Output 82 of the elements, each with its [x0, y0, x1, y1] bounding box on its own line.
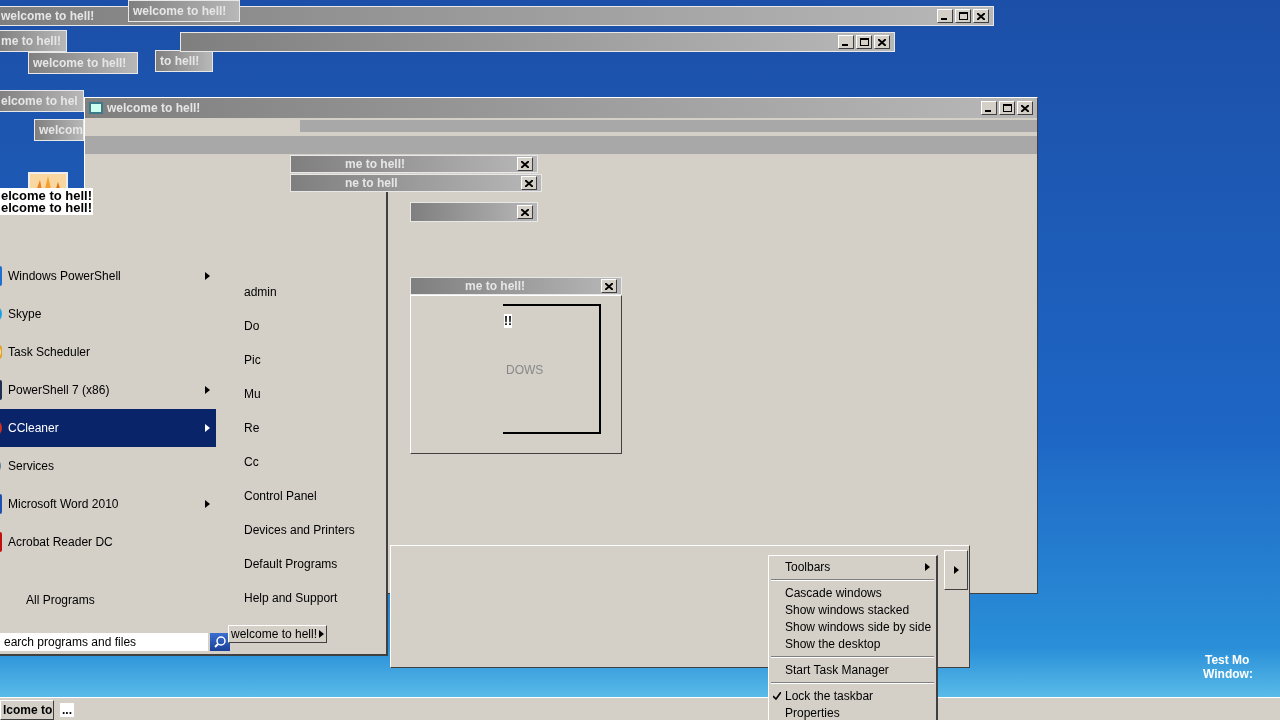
place-item[interactable]: Pic — [244, 343, 386, 377]
close-button[interactable] — [517, 205, 533, 219]
close-icon — [977, 12, 985, 20]
arrow-button[interactable] — [944, 550, 968, 590]
program-item[interactable]: Acrobat Reader DC — [0, 523, 216, 561]
place-item[interactable]: Mu — [244, 377, 386, 411]
minimize-button[interactable] — [937, 9, 953, 23]
window-title: ne to hell — [345, 176, 398, 190]
shutdown-button[interactable]: welcome to hell! — [228, 625, 328, 643]
place-item[interactable]: Help and Support — [244, 581, 386, 615]
search-icon — [214, 636, 226, 648]
place-item[interactable]: Devices and Printers — [244, 513, 386, 547]
menu-item[interactable]: Toolbars — [769, 558, 936, 575]
menu-item[interactable]: Show windows side by side — [769, 618, 936, 635]
maximize-icon — [859, 38, 869, 46]
caret-icon — [319, 630, 325, 638]
search-button[interactable] — [210, 633, 230, 651]
window-title: me to hell! — [345, 157, 405, 171]
program-item[interactable]: Skype — [0, 295, 216, 333]
window-title: welcome to hell! — [1, 9, 95, 23]
caret-icon — [953, 566, 959, 574]
place-item[interactable]: Control Panel — [244, 479, 386, 513]
menu-item[interactable]: Cascade windows — [769, 584, 936, 601]
close-icon — [605, 282, 613, 290]
close-button[interactable] — [517, 157, 533, 171]
window-title: me to hell! — [465, 279, 525, 293]
desktop-text: Test Mo — [1205, 653, 1250, 667]
close-button[interactable] — [1017, 101, 1033, 115]
window-title: welcome to hell! — [107, 101, 201, 115]
place-item[interactable]: Do — [244, 309, 386, 343]
dialog-text: DOWS — [506, 363, 544, 377]
program-item[interactable]: Windows PowerShell — [0, 257, 216, 295]
caret-icon — [205, 272, 210, 280]
dialog-text: !! — [504, 314, 512, 328]
close-button[interactable] — [601, 279, 617, 293]
close-button[interactable] — [973, 9, 989, 23]
caret-icon — [205, 500, 210, 508]
program-item[interactable]: Microsoft Word 2010 — [0, 485, 216, 523]
program-item[interactable]: CCleaner — [0, 409, 216, 447]
taskbar-button[interactable]: lcome to — [0, 699, 54, 720]
close-icon — [878, 38, 886, 46]
taskbar-overflow: ... — [60, 702, 74, 717]
caret-icon — [205, 424, 210, 432]
window-title: welcom — [39, 123, 83, 137]
close-button[interactable] — [521, 176, 537, 190]
place-item[interactable]: Re — [244, 411, 386, 445]
maximize-button[interactable] — [955, 9, 971, 23]
minimize-button[interactable] — [981, 101, 997, 115]
window-title: to hell! — [160, 54, 200, 68]
close-icon — [521, 208, 529, 216]
window-title: welcome to hell! — [133, 4, 227, 18]
minimize-button[interactable] — [838, 35, 854, 49]
window-title: elcome to hel — [1, 94, 78, 108]
all-programs-link[interactable]: All Programs — [0, 593, 230, 607]
caret-icon — [925, 562, 930, 571]
place-item[interactable]: Default Programs — [244, 547, 386, 581]
close-icon — [521, 160, 529, 168]
program-item[interactable]: PowerShell 7 (x86) — [0, 371, 216, 409]
menu-item[interactable]: Show windows stacked — [769, 601, 936, 618]
window-title: me to hell! — [1, 34, 61, 48]
caret-icon — [205, 386, 210, 394]
maximize-icon — [1002, 104, 1012, 112]
program-item[interactable]: Services — [0, 447, 216, 485]
menu-item[interactable]: Show the desktop — [769, 635, 936, 652]
check-icon — [773, 691, 781, 700]
menu-item[interactable]: Properties — [769, 704, 936, 720]
banner-text: elcome to hell! — [0, 200, 94, 215]
place-item[interactable]: Cc — [244, 445, 386, 479]
close-button[interactable] — [874, 35, 890, 49]
maximize-icon — [958, 12, 968, 20]
program-item[interactable]: Task Scheduler — [0, 333, 216, 371]
window-title: welcome to hell! — [33, 56, 127, 70]
menu-item[interactable]: Start Task Manager — [769, 661, 936, 678]
place-item[interactable]: admin — [244, 275, 386, 309]
desktop-text: Window: — [1203, 667, 1253, 681]
close-icon — [1021, 104, 1029, 112]
close-icon — [525, 179, 533, 187]
window-icon — [89, 102, 103, 114]
menu-item[interactable]: Lock the taskbar — [769, 687, 936, 704]
maximize-button[interactable] — [856, 35, 872, 49]
search-field[interactable]: earch programs and files — [0, 633, 208, 651]
maximize-button[interactable] — [999, 101, 1015, 115]
